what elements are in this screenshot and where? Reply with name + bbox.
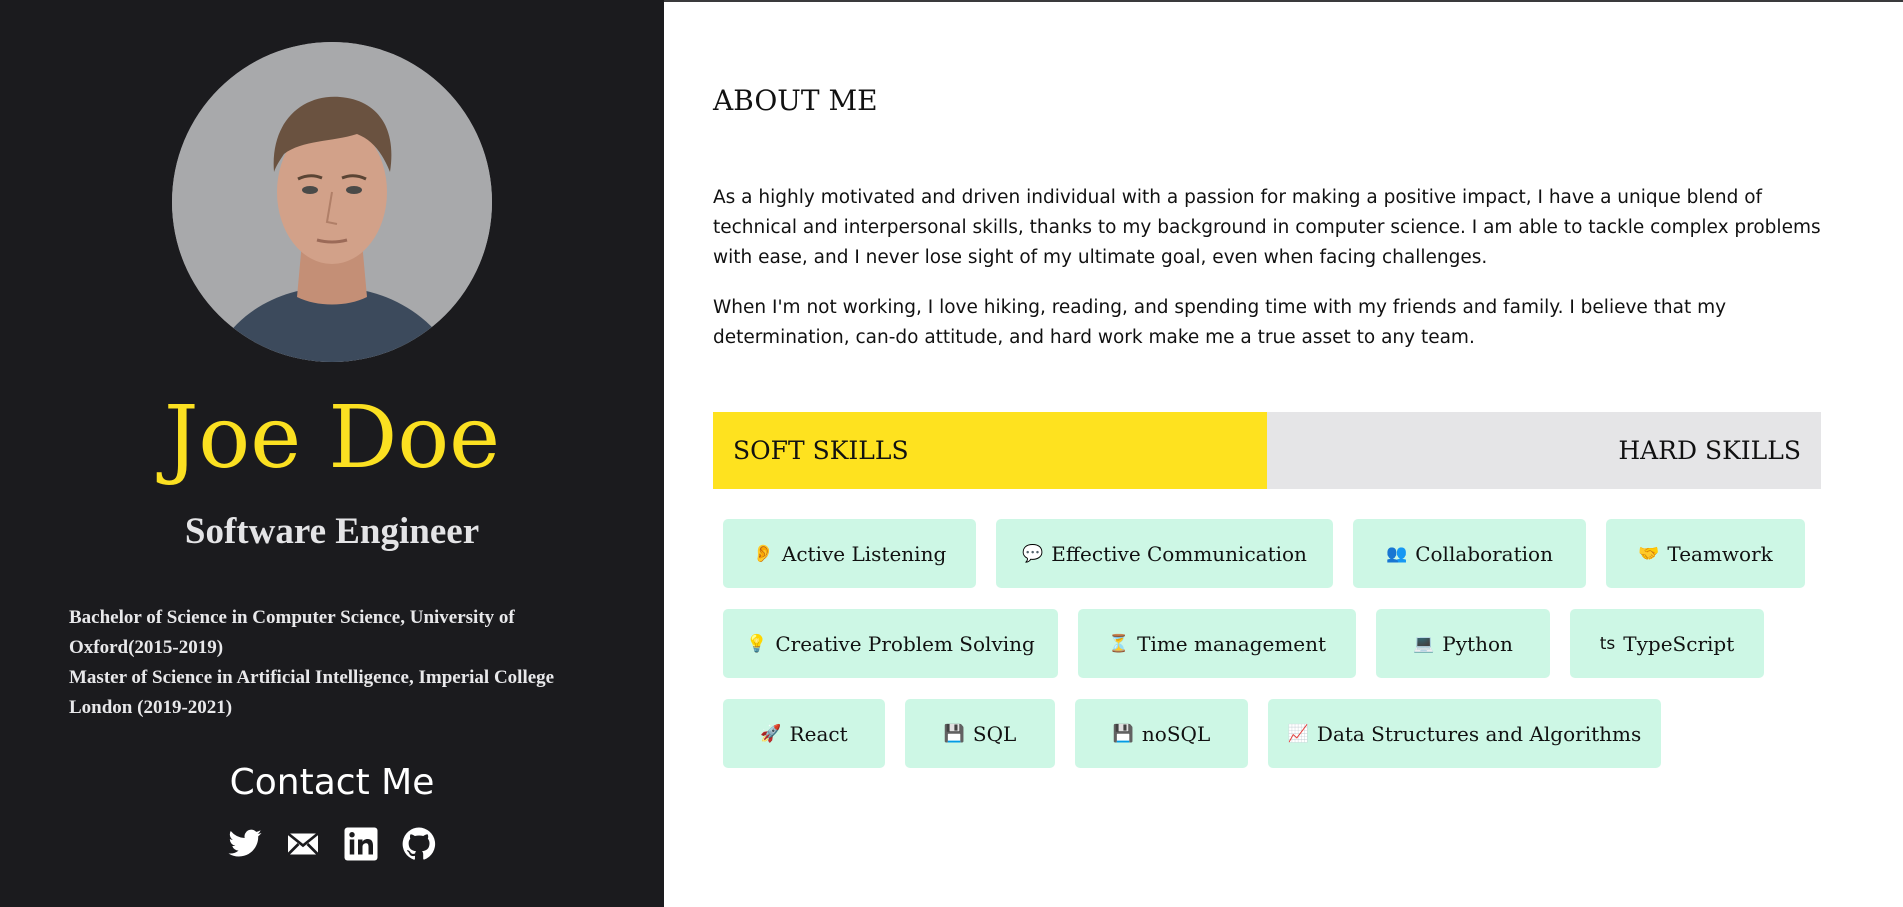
lightbulb-icon: 💡 [746,633,768,654]
github-icon[interactable] [401,826,437,862]
hourglass-icon: ⏳ [1107,633,1130,654]
skill-label: Active Listening [781,541,947,566]
people-icon: 👥 [1386,543,1408,564]
skills-tabs: SOFT SKILLS HARD SKILLS [713,412,1821,489]
skills-row: 💡 Creative Problem Solving ⏳ Time manage… [723,609,1833,678]
skill-chip[interactable]: 💾 noSQL [1075,699,1248,768]
linkedin-icon[interactable] [343,826,379,862]
profile-sidebar: Joe Doe Software Engineer Bachelor of Sc… [0,0,664,907]
skill-label: Effective Communication [1051,541,1307,566]
about-paragraph: When I'm not working, I love hiking, rea… [713,297,1727,348]
profile-role: Software Engineer [184,511,480,552]
twitter-icon[interactable] [227,826,263,862]
floppy-disk-icon: 💾 [943,723,965,744]
education-list: Bachelor of Science in Computer Science,… [69,603,609,723]
skill-label: Collaboration [1415,541,1553,566]
handshake-icon: 🤝 [1638,543,1660,564]
skill-chip[interactable]: 👥 Collaboration [1353,519,1586,588]
skill-chip[interactable]: ⏳ Time management [1078,609,1356,678]
skill-label: Teamwork [1667,541,1773,566]
skill-chip[interactable]: 🚀 React [723,699,885,768]
ear-icon: 👂 [752,543,774,564]
skill-label: Python [1442,631,1513,656]
profile-name: Joe Doe [163,388,501,488]
skill-chip[interactable]: 💡 Creative Problem Solving [723,609,1058,678]
education-item: Master of Science in Artificial Intellig… [69,667,555,718]
laptop-icon: 💻 [1413,633,1435,654]
main-content: ABOUT ME As a highly motivated and drive… [664,0,1903,907]
floppy-disk-icon: 💾 [1112,723,1134,744]
contact-title: Contact Me [229,762,435,803]
skill-label: SQL [972,721,1017,746]
profile-photo [172,42,492,362]
skill-label: React [789,721,848,746]
skills-row: 👂 Active Listening 💬 Effective Communica… [723,519,1833,588]
skill-chip[interactable]: 📈 Data Structures and Algorithms [1268,699,1661,768]
about-title: ABOUT ME [713,84,878,117]
skill-label: Creative Problem Solving [775,631,1035,656]
tab-hard-skills[interactable]: HARD SKILLS [1267,412,1821,489]
skill-chip[interactable]: ts TypeScript [1570,609,1764,678]
skill-label: Data Structures and Algorithms [1316,721,1642,746]
chart-increasing-icon: 📈 [1287,723,1309,744]
tab-soft-skills[interactable]: SOFT SKILLS [713,412,1267,489]
about-paragraph: As a highly motivated and driven individ… [713,187,1821,268]
rocket-icon: 🚀 [760,723,782,744]
skill-label: Time management [1137,631,1327,656]
skill-label: TypeScript [1623,631,1735,656]
skill-chip[interactable]: 💾 SQL [905,699,1055,768]
skill-label: noSQL [1141,721,1211,746]
skill-chip[interactable]: 🤝 Teamwork [1606,519,1805,588]
typescript-icon: ts [1599,633,1616,654]
skills-list: 👂 Active Listening 💬 Effective Communica… [723,519,1833,789]
social-links [0,826,664,862]
education-item: Bachelor of Science in Computer Science,… [69,607,515,658]
speech-bubble-icon: 💬 [1022,543,1044,564]
skill-chip[interactable]: 💻 Python [1376,609,1550,678]
skills-row: 🚀 React 💾 SQL 💾 noSQL 📈 Data Structures … [723,699,1833,768]
skill-chip[interactable]: 👂 Active Listening [723,519,976,588]
skill-chip[interactable]: 💬 Effective Communication [996,519,1333,588]
mail-icon[interactable] [285,826,321,862]
